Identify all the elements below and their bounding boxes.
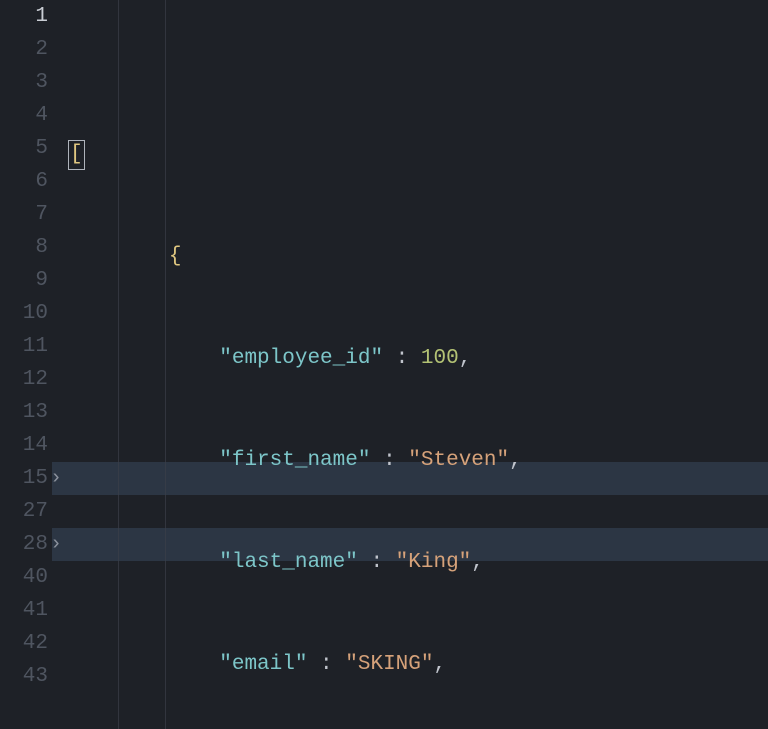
- code-line[interactable]: [: [68, 138, 768, 171]
- brace-open: {: [169, 245, 182, 268]
- json-key: "first_name": [219, 449, 370, 472]
- line-number: 9: [0, 264, 48, 297]
- line-number: 13: [0, 396, 48, 429]
- json-key: "email": [219, 653, 307, 676]
- fold-toggle-icon[interactable]: ›: [50, 462, 62, 495]
- json-key: "last_name": [219, 551, 358, 574]
- line-number: 10: [0, 297, 48, 330]
- line-number: 28: [0, 528, 48, 561]
- cursor: [: [68, 140, 85, 170]
- line-number: 27: [0, 495, 48, 528]
- line-number: 3: [0, 66, 48, 99]
- line-number: 7: [0, 198, 48, 231]
- code-area[interactable]: [ { "employee_id" : 100, "first_name" : …: [68, 0, 768, 729]
- code-line[interactable]: "first_name" : "Steven",: [68, 444, 768, 477]
- line-number: 40: [0, 561, 48, 594]
- code-line[interactable]: "employee_id" : 100,: [68, 342, 768, 375]
- line-number: 43: [0, 660, 48, 693]
- line-number: 5: [0, 132, 48, 165]
- line-number-gutter[interactable]: 1 2 3 4 5 6 7 8 9 10 11 12 13 14 15 27 2…: [0, 0, 52, 729]
- json-string: "Steven": [408, 449, 509, 472]
- code-line[interactable]: "last_name" : "King",: [68, 546, 768, 579]
- line-number: 8: [0, 231, 48, 264]
- code-line[interactable]: {: [68, 240, 768, 273]
- line-number: 14: [0, 429, 48, 462]
- json-string: "King": [396, 551, 472, 574]
- code-line[interactable]: "email" : "SKING",: [68, 648, 768, 681]
- line-number: 6: [0, 165, 48, 198]
- line-number: 42: [0, 627, 48, 660]
- line-number: 11: [0, 330, 48, 363]
- line-number: 41: [0, 594, 48, 627]
- line-number: 15: [0, 462, 48, 495]
- code-editor[interactable]: 1 2 3 4 5 6 7 8 9 10 11 12 13 14 15 27 2…: [0, 0, 768, 729]
- line-number: 4: [0, 99, 48, 132]
- line-number: 1: [0, 0, 48, 33]
- fold-toggle-icon[interactable]: ›: [50, 528, 62, 561]
- line-number: 12: [0, 363, 48, 396]
- fold-rail: › ›: [52, 0, 68, 729]
- line-number: 2: [0, 33, 48, 66]
- json-string: "SKING": [345, 653, 433, 676]
- json-key: "employee_id": [219, 347, 383, 370]
- json-number: 100: [421, 347, 459, 370]
